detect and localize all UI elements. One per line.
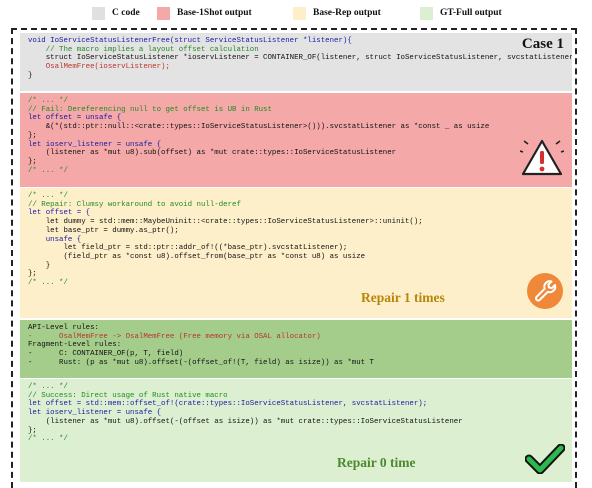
base-rep-panel: /* ... */ // Repair: Clumsy workaround t… xyxy=(20,188,572,318)
code-line: // Success: Direct usage of Rust native … xyxy=(28,391,228,400)
code-line: &(*(std::ptr::null::<crate::types::IoSer… xyxy=(28,123,490,132)
code-line: }; xyxy=(28,157,37,166)
code-line: let dummy = std::mem::MaybeUninit::<crat… xyxy=(28,218,423,227)
legend: C code Base-1Shot output Base-Rep output… xyxy=(0,6,592,20)
repair-count-label: Repair 1 times xyxy=(361,290,445,305)
c-code-block: void IoServiceStatusListenerFree(struct … xyxy=(28,37,572,81)
code-line: /* ... */ xyxy=(28,279,68,288)
fragment-rule-c: - C: CONTAINER_OF(p, T, field) xyxy=(28,350,184,359)
legend-swatch xyxy=(157,6,170,20)
code-line: }; xyxy=(28,131,37,140)
checkmark-icon xyxy=(525,444,565,474)
legend-label: C code xyxy=(112,8,140,18)
code-line: }; xyxy=(28,270,37,279)
gt-full-code: /* ... */ // Success: Direct usage of Ru… xyxy=(28,383,564,444)
code-line: let ioserv_listener = unsafe { xyxy=(28,140,162,149)
warning-icon xyxy=(520,139,564,176)
gt-rules-code: API-Level rules: - OsalMemFree -> OsalMe… xyxy=(28,324,564,368)
code-line: struct IoServiceStatusListener *ioservLi… xyxy=(28,54,572,63)
code-line: // The macro implies a layout offset cal… xyxy=(28,45,259,54)
code-line: /* ... */ xyxy=(28,192,68,200)
code-line: let offset = { xyxy=(28,209,91,218)
base-1shot-code: /* ... */ // Fail: Dereferencing null to… xyxy=(28,97,564,175)
gt-full-panel: /* ... */ // Success: Direct usage of Ru… xyxy=(20,379,572,482)
legend-swatch xyxy=(420,6,433,20)
legend-item-base-1shot: Base-1Shot output xyxy=(157,6,252,20)
case-title: Case 1 xyxy=(521,36,564,52)
legend-label: Base-Rep output xyxy=(313,8,381,18)
code-line: OsalMemFree(ioservListener); xyxy=(28,63,170,72)
code-line: let offset = std::mem::offset_of!(crate:… xyxy=(28,400,428,409)
code-line: /* ... */ xyxy=(28,383,68,391)
code-line: unsafe { xyxy=(28,235,82,244)
code-line: let base_ptr = dummy.as_ptr(); xyxy=(28,226,179,235)
api-rules-header: API-Level rules: xyxy=(28,324,99,332)
repair-count-label: Repair 0 time xyxy=(337,455,416,470)
wrench-icon xyxy=(527,273,563,309)
code-line: }; xyxy=(28,426,37,435)
base-rep-code: /* ... */ // Repair: Clumsy workaround t… xyxy=(28,192,564,288)
legend-swatch xyxy=(293,6,306,20)
code-line: let field_ptr = std::ptr::addr_of!((*bas… xyxy=(28,244,348,253)
api-rule: - OsalMemFree -> OsalMemFree (Free memor… xyxy=(28,332,321,341)
code-line: /* ... */ xyxy=(28,97,68,105)
code-line: // Repair: Clumsy workaround to avoid nu… xyxy=(28,200,241,209)
code-line: (field_ptr as *const u8).offset_from(bas… xyxy=(28,252,366,261)
c-code-panel: Case 1 void IoServiceStatusListenerFree(… xyxy=(20,33,572,91)
code-line: (listener as *mut u8).sub(offset) as *mu… xyxy=(28,149,397,158)
code-line: /* ... */ xyxy=(28,166,68,175)
legend-label: GT-Full output xyxy=(440,8,502,18)
code-line: let ioserv_listener = unsafe { xyxy=(28,409,162,418)
code-line: } xyxy=(28,261,51,270)
code-line: // Fail: Dereferencing null to get offse… xyxy=(28,105,272,114)
code-line: (listener as *mut u8).offset(-(offset as… xyxy=(28,417,463,426)
fragment-rules-header: Fragment-Level rules: xyxy=(28,341,122,350)
code-line: } xyxy=(28,71,33,80)
legend-label: Base-1Shot output xyxy=(177,8,252,18)
base-1shot-panel: /* ... */ // Fail: Dereferencing null to… xyxy=(20,93,572,187)
legend-item-base-rep: Base-Rep output xyxy=(293,6,381,20)
code-line: void IoServiceStatusListenerFree(struct … xyxy=(28,37,352,45)
fragment-rule-rust: - Rust: (p as *mut u8).offset(-(offset_o… xyxy=(28,358,374,367)
legend-item-gt-full: GT-Full output xyxy=(420,6,502,20)
gt-rules-panel: API-Level rules: - OsalMemFree -> OsalMe… xyxy=(20,320,572,378)
code-line: let offset = unsafe { xyxy=(28,114,122,123)
legend-item-c-code: C code xyxy=(92,6,140,20)
code-line: /* ... */ xyxy=(28,435,68,444)
legend-swatch xyxy=(92,6,105,20)
